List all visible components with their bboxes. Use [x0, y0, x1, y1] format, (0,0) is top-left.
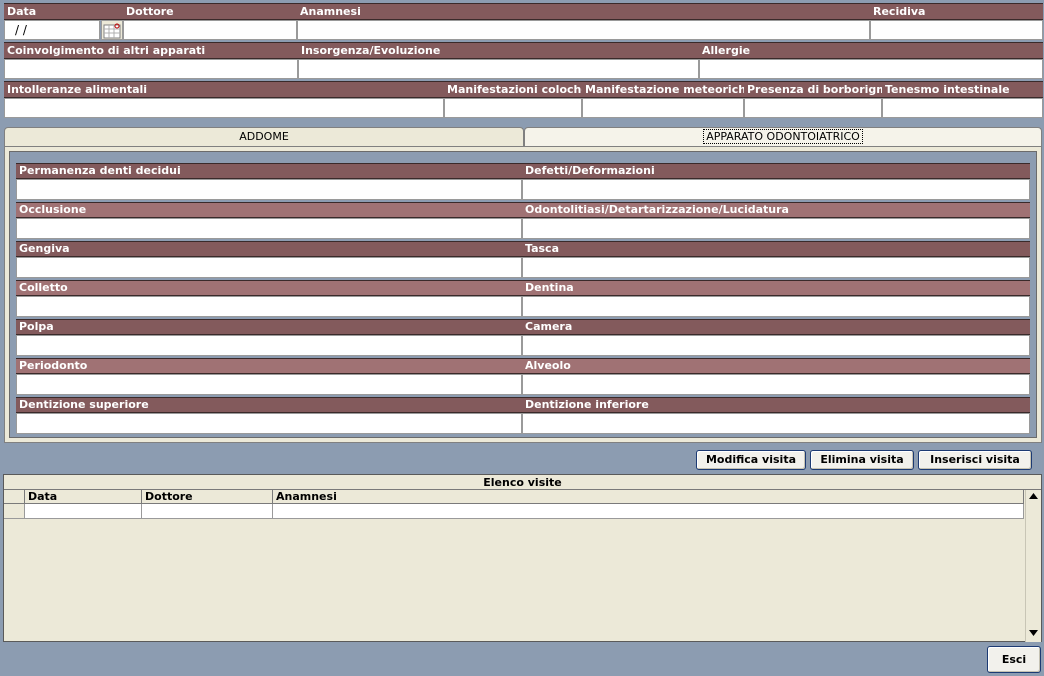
odonto-right-field[interactable]	[522, 335, 1030, 356]
visits-list-title: Elenco visite	[4, 475, 1041, 490]
odonto-right-field[interactable]	[522, 218, 1030, 239]
odonto-left-field[interactable]	[16, 296, 522, 317]
odonto-left-field[interactable]	[16, 257, 522, 278]
coinvolgimento-label: Coinvolgimento di altri apparati	[4, 42, 298, 59]
odonto-left-label: Permanenza denti decidui	[16, 163, 522, 179]
tab-panel: Permanenza denti decidui Defetti/Deformaz…	[4, 146, 1042, 443]
odonto-grid: Permanenza denti decidui Defetti/Deformaz…	[9, 151, 1037, 438]
inserisci-visita-button[interactable]: Inserisci visita	[918, 450, 1032, 470]
calendar-button[interactable]	[101, 20, 123, 40]
column-header-dottore[interactable]: Dottore	[142, 490, 273, 504]
odonto-right-label: Camera	[522, 319, 1030, 335]
odonto-right-field[interactable]	[522, 374, 1030, 395]
meteoriche-label: Manifestazione meteoriche	[582, 81, 744, 98]
visits-list: Elenco visite Data Dottore Anamnesi	[3, 474, 1042, 642]
dottore-field[interactable]	[123, 20, 297, 40]
odonto-right-label: Dentina	[522, 280, 1030, 296]
date-field[interactable]: / /	[4, 20, 100, 40]
odonto-left-label: Polpa	[16, 319, 522, 335]
insorgenza-label: Insorgenza/Evoluzione	[298, 42, 699, 59]
odonto-left-field[interactable]	[16, 218, 522, 239]
borborigmi-field[interactable]	[744, 98, 882, 118]
coloche-label: Manifestazioni coloche	[444, 81, 582, 98]
row-selector-header	[4, 490, 25, 504]
odonto-right-label: Defetti/Deformazioni	[522, 163, 1030, 179]
column-header-data[interactable]: Data	[25, 490, 142, 504]
odonto-right-field[interactable]	[522, 296, 1030, 317]
vertical-scrollbar[interactable]	[1025, 490, 1041, 642]
intolleranze-label: Intolleranze alimentali	[4, 81, 444, 98]
data-label: Data	[4, 3, 123, 20]
odonto-right-label: Alveolo	[522, 358, 1030, 374]
odonto-left-field[interactable]	[16, 335, 522, 356]
tab-addome-label: ADDOME	[239, 130, 289, 143]
insorgenza-field[interactable]	[298, 59, 699, 79]
calendar-icon	[103, 23, 121, 39]
tenesmo-field[interactable]	[882, 98, 1043, 118]
intolleranze-field[interactable]	[4, 98, 444, 118]
anamnesi-label: Anamnesi	[297, 3, 870, 20]
tenesmo-label: Tenesmo intestinale	[882, 81, 1043, 98]
odonto-right-label: Odontolitiasi/Detartarizzazione/Lucidatu…	[522, 202, 1030, 218]
odonto-right-label: Dentizione inferiore	[522, 397, 1030, 413]
odonto-right-field[interactable]	[522, 179, 1030, 200]
odonto-left-field[interactable]	[16, 374, 522, 395]
table-cell-dottore[interactable]	[142, 504, 273, 519]
recidiva-label: Recidiva	[870, 3, 1043, 20]
odonto-right-field[interactable]	[522, 257, 1030, 278]
odonto-left-label: Occlusione	[16, 202, 522, 218]
allergie-field[interactable]	[699, 59, 1043, 79]
tab-apparato-odontoiatrico[interactable]: APPARATO ODONTOIATRICO	[524, 127, 1042, 147]
tab-addome[interactable]: ADDOME	[4, 127, 524, 147]
odonto-right-label: Tasca	[522, 241, 1030, 257]
odonto-left-label: Dentizione superiore	[16, 397, 522, 413]
odonto-left-field[interactable]	[16, 179, 522, 200]
modifica-visita-button[interactable]: Modifica visita	[696, 450, 806, 470]
dottore-label: Dottore	[123, 3, 297, 20]
meteoriche-field[interactable]	[582, 98, 744, 118]
odonto-left-label: Colletto	[16, 280, 522, 296]
row-selector[interactable]	[4, 504, 25, 519]
esci-button[interactable]: Esci	[987, 646, 1041, 673]
odonto-left-label: Gengiva	[16, 241, 522, 257]
table-cell-data[interactable]	[25, 504, 142, 519]
odonto-left-field[interactable]	[16, 413, 522, 434]
borborigmi-label: Presenza di borborigmi	[744, 81, 882, 98]
scroll-down-icon[interactable]	[1028, 628, 1039, 641]
elimina-visita-button[interactable]: Elimina visita	[810, 450, 914, 470]
column-header-anamnesi[interactable]: Anamnesi	[273, 490, 1024, 504]
anamnesi-field[interactable]	[297, 20, 870, 40]
coinvolgimento-field[interactable]	[4, 59, 298, 79]
odonto-left-label: Periodonto	[16, 358, 522, 374]
allergie-label: Allergie	[699, 42, 1043, 59]
tab-odontoiatrico-label: APPARATO ODONTOIATRICO	[703, 129, 863, 144]
recidiva-field[interactable]	[870, 20, 1043, 40]
odonto-right-field[interactable]	[522, 413, 1030, 434]
table-cell-anamnesi[interactable]	[273, 504, 1024, 519]
scroll-up-icon[interactable]	[1028, 491, 1039, 504]
coloche-field[interactable]	[444, 98, 582, 118]
